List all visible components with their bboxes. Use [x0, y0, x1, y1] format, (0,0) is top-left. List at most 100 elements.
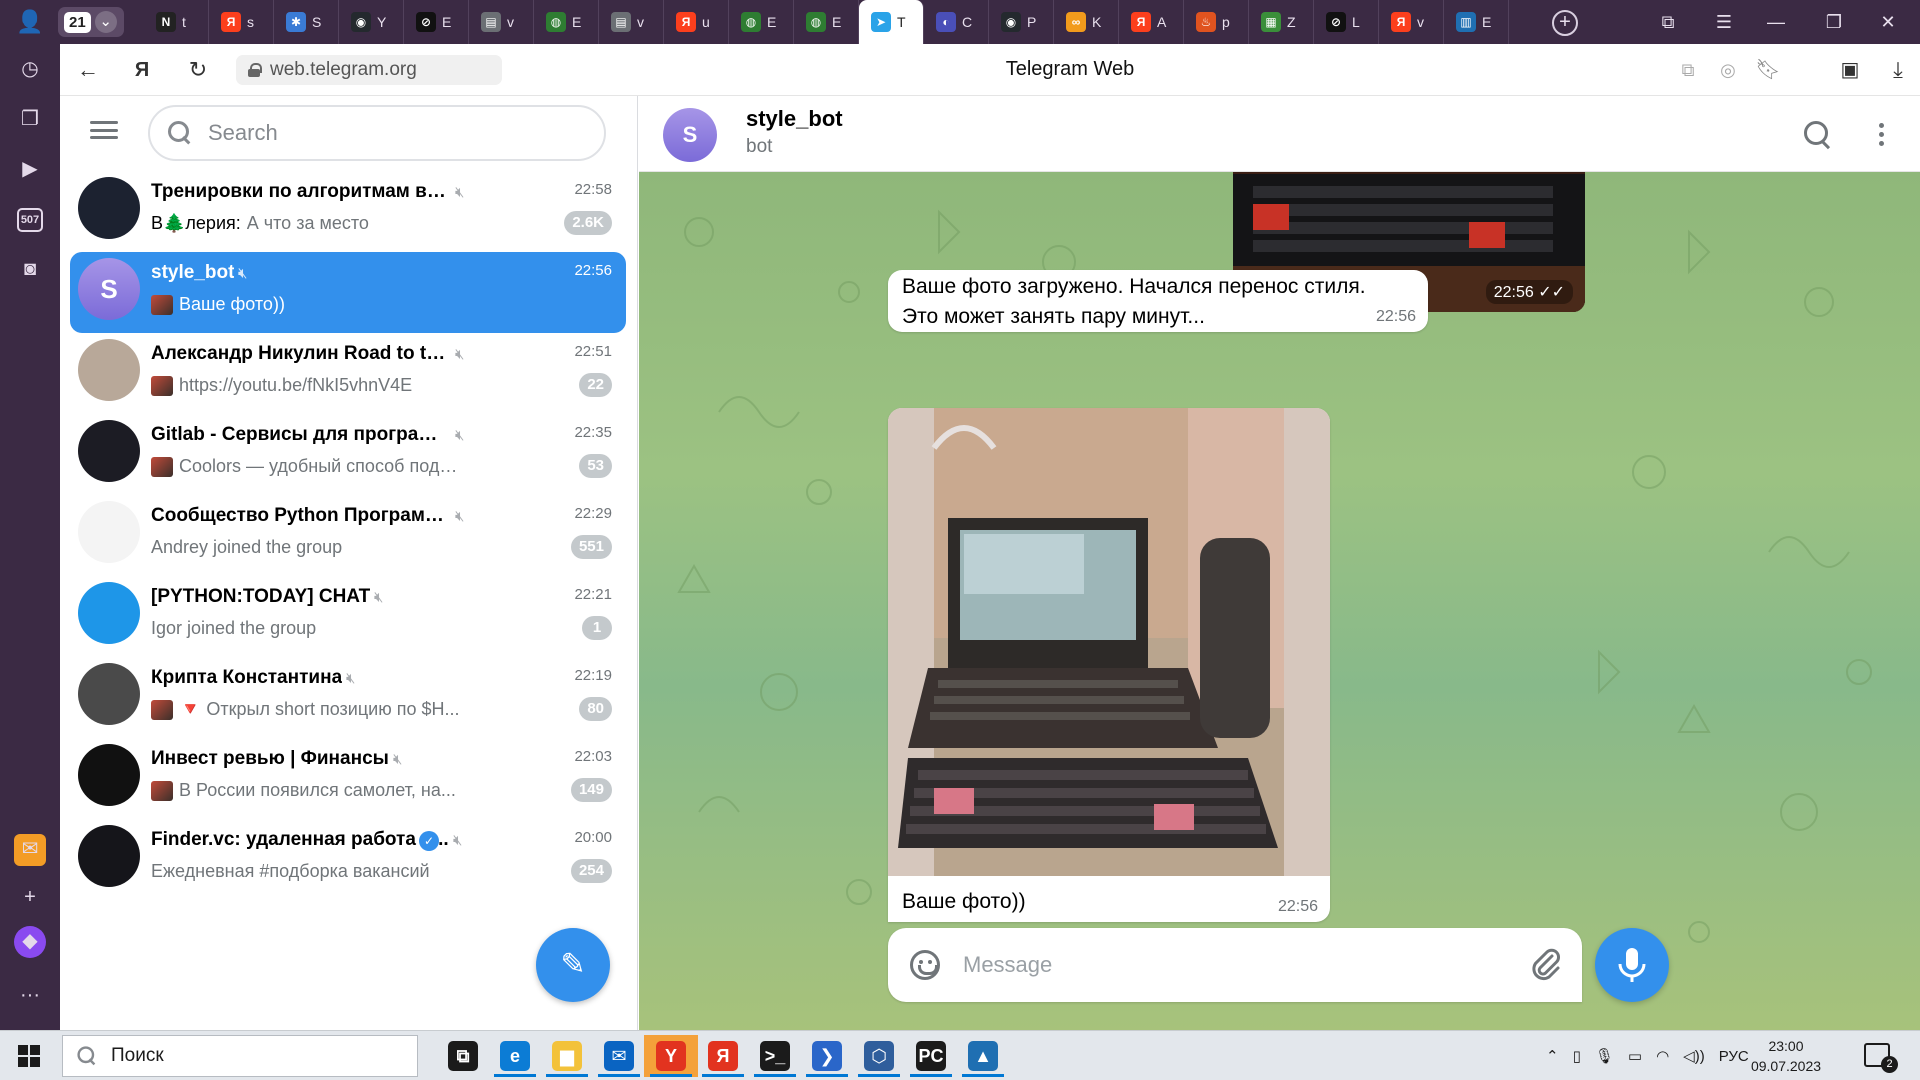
paperclip-icon[interactable]: [1528, 946, 1564, 984]
taskbar-app-button[interactable]: ❯: [800, 1035, 854, 1077]
back-icon[interactable]: ←: [72, 54, 104, 86]
device-icon[interactable]: ▯: [1573, 1047, 1581, 1065]
windows-start-icon[interactable]: [18, 1045, 40, 1067]
menu-icon[interactable]: ☰: [1704, 0, 1744, 44]
more-icon[interactable]: ···: [15, 980, 45, 1010]
browser-tab[interactable]: ▤ v: [469, 0, 534, 44]
browser-tab[interactable]: ◐ C: [924, 0, 989, 44]
browser-tab[interactable]: ∞ K: [1054, 0, 1119, 44]
search-field[interactable]: [148, 105, 606, 161]
browser-tab-label: K: [1092, 14, 1102, 30]
chat-avatar: [78, 501, 140, 563]
browser-tab[interactable]: ⊘ L: [1314, 0, 1379, 44]
browser-tab[interactable]: ◉ P: [989, 0, 1054, 44]
chat-list-item[interactable]: Gitlab - Сервисы для программи... 🔇︎ 22:35…: [70, 414, 626, 495]
taskbar-app-button[interactable]: Я: [696, 1035, 750, 1077]
tab-counter-button[interactable]: 21 ⌄: [58, 7, 124, 37]
browser-tab[interactable]: ◍ E: [729, 0, 794, 44]
styled-photo-message[interactable]: Ваше фото)) 22:56: [888, 408, 1330, 922]
browser-tab[interactable]: Яv: [1379, 0, 1444, 44]
browser-tab-label: T: [897, 14, 906, 30]
minimize-icon[interactable]: —: [1756, 0, 1796, 44]
browser-tab[interactable]: ♨ p: [1184, 0, 1249, 44]
taskbar-app-button[interactable]: >_: [748, 1035, 802, 1077]
browser-tab[interactable]: ⊘ E: [404, 0, 469, 44]
browser-tab[interactable]: ◍ E: [794, 0, 859, 44]
browser-tab[interactable]: ▥ E: [1444, 0, 1509, 44]
taskbar-app-button[interactable]: PC: [904, 1035, 958, 1077]
microphone-tray-icon[interactable]: 🎙︎: [1595, 1047, 1614, 1065]
reader-icon[interactable]: ▣: [1834, 54, 1866, 86]
chat-list-item[interactable]: Александр Никулин Road to the B... 🔇︎ 22:5…: [70, 333, 626, 414]
chat-list-item[interactable]: Sstyle_bot 🔇︎ 22:56 Ваше фото)): [70, 252, 626, 333]
taskbar-app-button[interactable]: ✉: [592, 1035, 646, 1077]
mail-counter-badge[interactable]: 507: [17, 208, 43, 232]
chat-list-item[interactable]: Инвест ревью | Финансы 🔇︎ 22:03 В России по…: [70, 738, 626, 819]
close-icon[interactable]: ✕: [1868, 0, 1908, 44]
search-icon[interactable]: [1796, 114, 1836, 154]
browser-tab[interactable]: Яu: [664, 0, 729, 44]
taskbar-app-button[interactable]: Y: [644, 1035, 698, 1077]
language-indicator[interactable]: РУС: [1719, 1048, 1749, 1065]
chat-list-item[interactable]: Тренировки по алгоритмам в Ян... 🔇︎ 22:58 В…: [70, 171, 626, 252]
translate-icon[interactable]: ◎: [1712, 54, 1744, 86]
restore-icon[interactable]: ❐: [1814, 0, 1854, 44]
taskbar-app-button[interactable]: ▆: [540, 1035, 594, 1077]
add-panel-icon[interactable]: +: [15, 882, 45, 912]
download-icon[interactable]: ⤓: [1882, 54, 1914, 86]
new-tab-button[interactable]: +: [1552, 10, 1578, 36]
status-message-bubble[interactable]: Ваше фото загружено. Начался перенос сти…: [888, 270, 1428, 332]
taskbar-app-button[interactable]: ⬡: [852, 1035, 906, 1077]
collections-icon[interactable]: ❐: [15, 104, 45, 134]
profile-icon[interactable]: 👤: [14, 8, 46, 36]
browser-tab[interactable]: Яs: [209, 0, 274, 44]
taskbar-search[interactable]: [62, 1035, 418, 1077]
taskbar-app-button[interactable]: e: [488, 1035, 542, 1077]
browser-tab[interactable]: ▤ v: [599, 0, 664, 44]
play-icon[interactable]: ▶: [15, 154, 45, 184]
chat-list-item[interactable]: Finder.vc: удаленная работа - ... ✓ 🔇︎ 20:0…: [70, 819, 626, 900]
microsoft-icon: ▦: [1261, 12, 1281, 32]
voice-message-button[interactable]: [1595, 928, 1669, 1002]
chat-list-item[interactable]: [PYTHON:TODAY] CHAT 🔇︎ 22:21 Igor joined th…: [70, 576, 626, 657]
chat-list-item[interactable]: Крипта Константина 🔇︎ 22:19 🔻 Открыл short …: [70, 657, 626, 738]
app-shortcut-icon[interactable]: ✉: [14, 834, 46, 866]
notification-icon[interactable]: 2: [1864, 1043, 1898, 1073]
bookmark-icon[interactable]: 🔖︎: [1752, 54, 1784, 86]
browser-tab[interactable]: ◉ Y: [339, 0, 404, 44]
browser-tab[interactable]: Nt: [144, 0, 209, 44]
taskbar-app-button[interactable]: ▲: [956, 1035, 1010, 1077]
browser-tab[interactable]: ✱ S: [274, 0, 339, 44]
main-menu-button[interactable]: [90, 118, 118, 142]
alice-icon[interactable]: ◆: [14, 926, 46, 958]
camera-icon[interactable]: ◙: [15, 254, 45, 284]
new-message-button[interactable]: ✎: [536, 928, 610, 1002]
history-icon[interactable]: ◷: [15, 54, 45, 84]
mail-icon: ✉: [604, 1041, 634, 1071]
browser-tab[interactable]: ЯA: [1119, 0, 1184, 44]
chat-avatar: [78, 420, 140, 482]
wifi-icon[interactable]: ◠: [1656, 1047, 1669, 1065]
url-field[interactable]: web.telegram.org: [236, 55, 502, 85]
message-input[interactable]: [963, 946, 1483, 984]
reload-icon[interactable]: ↻: [182, 54, 214, 86]
search-input[interactable]: [208, 120, 568, 146]
browser-tab[interactable]: ▦ Z: [1249, 0, 1314, 44]
copy-link-icon[interactable]: ⧉: [1672, 54, 1704, 86]
browser-tab[interactable]: ◍ E: [534, 0, 599, 44]
chat-list-item[interactable]: Сообщество Python Программис... 🔇︎ 22:29 An…: [70, 495, 626, 576]
chat-messages-area[interactable]: 22:56 ✓✓ Ваше фото загружено. Начался пе…: [639, 172, 1920, 1030]
taskbar-app-button[interactable]: ⧉: [436, 1035, 490, 1077]
volume-icon[interactable]: ◁)): [1683, 1047, 1705, 1065]
clock[interactable]: 23:00 09.07.2023: [1746, 1036, 1826, 1076]
chevron-up-icon[interactable]: ⌃: [1546, 1047, 1559, 1065]
emoji-icon[interactable]: [910, 950, 940, 980]
chat-header[interactable]: S style_bot bot: [639, 96, 1920, 172]
taskbar-search-input[interactable]: [111, 1045, 391, 1067]
tab-manager-icon[interactable]: ⧉: [1648, 0, 1688, 44]
battery-icon[interactable]: ▭: [1628, 1047, 1642, 1065]
chat-avatar[interactable]: S: [663, 108, 717, 162]
yandex-home-icon[interactable]: Я: [126, 54, 158, 86]
browser-tab[interactable]: ➤ T: [859, 0, 924, 44]
more-options-icon[interactable]: [1861, 114, 1901, 154]
